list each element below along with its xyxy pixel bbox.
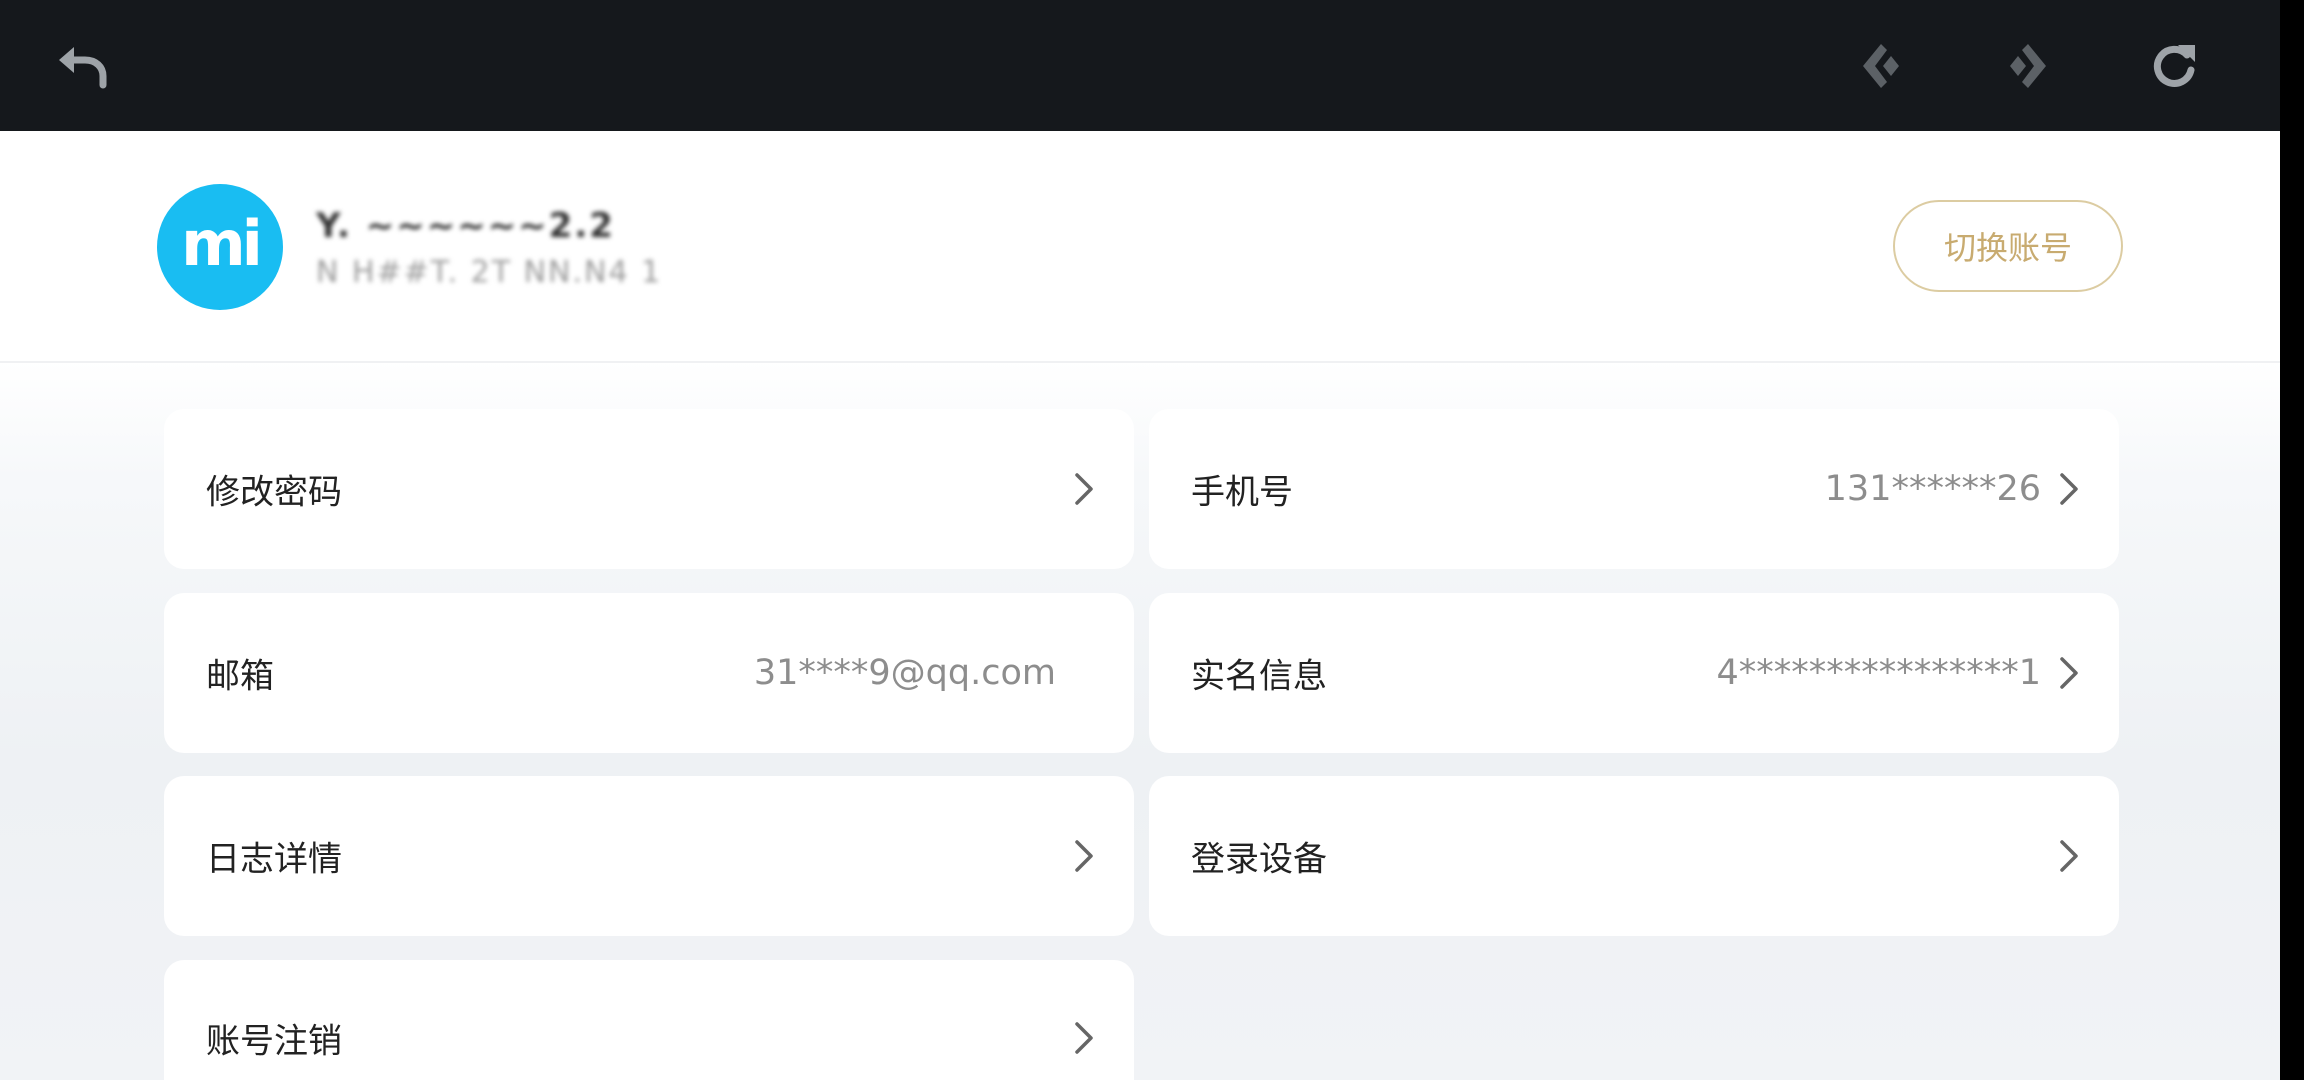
chevron-right-icon (2060, 473, 2078, 505)
real-name-info-value: 4****************1 (1716, 653, 2041, 693)
next-page-button[interactable] (1990, 28, 2066, 104)
email-item[interactable]: 邮箱 31****9@qq.com (164, 593, 1134, 753)
real-name-info-item[interactable]: 实名信息 4****************1 (1149, 593, 2119, 753)
change-password-label: 修改密码 (206, 472, 342, 513)
log-details-label: 日志详情 (206, 839, 342, 880)
prev-arrow-icon (1863, 44, 1899, 88)
phone-number-value: 131******26 (1824, 469, 2041, 509)
refresh-button[interactable] (2136, 28, 2212, 104)
chevron-right-icon (2060, 657, 2078, 689)
next-arrow-icon (2010, 44, 2046, 88)
real-name-info-label: 实名信息 (1191, 656, 1327, 697)
log-details-item[interactable]: 日志详情 (164, 776, 1134, 936)
screen-edge (2280, 0, 2304, 1080)
email-label: 邮箱 (206, 656, 274, 697)
deactivate-account-item[interactable]: 账号注销 (164, 960, 1134, 1080)
chevron-right-icon (1075, 473, 1093, 505)
chevron-right-icon (1075, 1022, 1093, 1054)
account-settings-screen: mi Y. ~~~~~~2.2 N H##T. 2T NN.N4 1 切换账号 … (0, 0, 2280, 1080)
avatar[interactable]: mi (157, 184, 283, 310)
email-value: 31****9@qq.com (753, 653, 1056, 693)
phone-number-item[interactable]: 手机号 131******26 (1149, 409, 2119, 569)
switch-account-button[interactable]: 切换账号 (1893, 200, 2123, 292)
back-arrow-icon (59, 47, 107, 89)
username-blurred: Y. ~~~~~~2.2 (316, 206, 615, 246)
previous-page-button[interactable] (1843, 28, 1919, 104)
top-toolbar (0, 0, 2280, 131)
profile-header: mi Y. ~~~~~~2.2 N H##T. 2T NN.N4 1 切换账号 (0, 131, 2280, 363)
phone-number-label: 手机号 (1191, 472, 1293, 513)
login-devices-label: 登录设备 (1191, 839, 1327, 880)
chevron-right-icon (2060, 840, 2078, 872)
deactivate-account-label: 账号注销 (206, 1021, 342, 1062)
change-password-item[interactable]: 修改密码 (164, 409, 1134, 569)
avatar-logo-text: mi (181, 206, 263, 280)
refresh-icon (2153, 45, 2195, 87)
back-button[interactable] (44, 28, 120, 104)
login-devices-item[interactable]: 登录设备 (1149, 776, 2119, 936)
account-id-blurred: N H##T. 2T NN.N4 1 (316, 255, 663, 290)
chevron-right-icon (1075, 840, 1093, 872)
